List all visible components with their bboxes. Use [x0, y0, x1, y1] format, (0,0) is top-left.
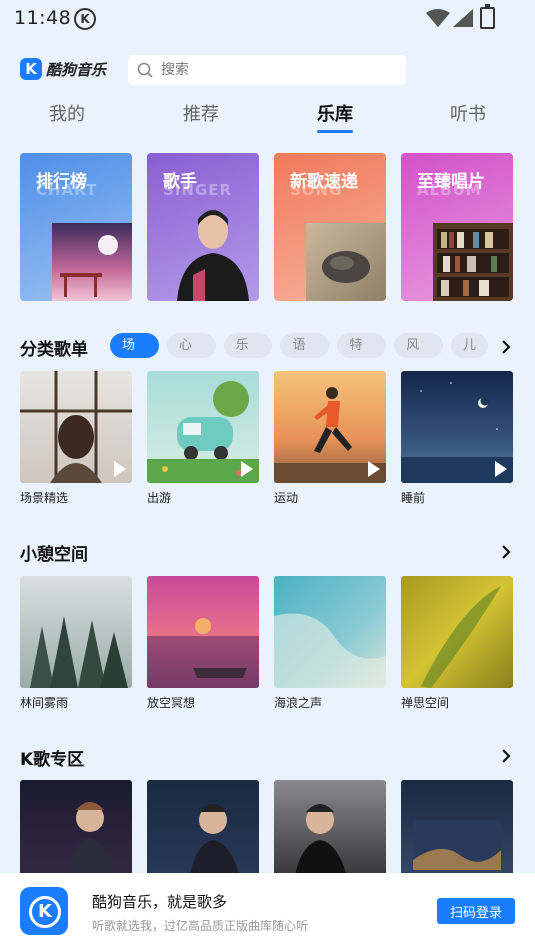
- chip-kids[interactable]: 儿: [450, 333, 488, 358]
- new-songs-cover-art: [306, 223, 386, 301]
- chip-feature[interactable]: 特色: [337, 333, 387, 358]
- scene-cover: [20, 371, 132, 483]
- scan-login-button[interactable]: 扫码登录: [437, 898, 515, 924]
- main-tabs: 我的 推荐 乐库 听书: [0, 100, 535, 140]
- play-icon: [368, 461, 380, 477]
- playlist-label: 林间雾雨: [20, 696, 69, 710]
- banner-title: 排行榜: [36, 172, 87, 192]
- status-time: 11:48: [14, 7, 72, 29]
- meditation-cover: [147, 576, 259, 688]
- rest-section-title: 小憩空间: [20, 545, 88, 565]
- active-tab-indicator: [317, 130, 353, 133]
- forest-rain-cover: [20, 576, 132, 688]
- banner-title: 至臻唱片: [417, 172, 485, 192]
- banner-chart[interactable]: CHART 排行榜: [20, 153, 132, 301]
- playlist-card[interactable]: 放空冥想: [147, 576, 259, 711]
- kugou-status-icon: K: [74, 8, 96, 30]
- playlist-label: 禅思空间: [401, 696, 450, 710]
- chip-scene[interactable]: 场景: [110, 333, 159, 358]
- playlist-card[interactable]: 运动: [274, 371, 386, 506]
- promo-title: 酷狗音乐，就是歌多: [92, 893, 228, 911]
- status-bar: 11:48 K: [0, 0, 535, 36]
- chevron-right-icon[interactable]: [499, 749, 513, 763]
- banner-album[interactable]: ALBUM 至臻唱片: [401, 153, 513, 301]
- playlist-card[interactable]: 场景精选: [20, 371, 132, 506]
- kugou-logo-icon: K: [20, 58, 42, 80]
- banner-new-songs[interactable]: SONG 新歌速递: [274, 153, 386, 301]
- kugou-app-icon: K: [20, 887, 68, 935]
- app-logo: K 酷狗音乐: [20, 58, 106, 80]
- zen-cover: [401, 576, 513, 688]
- playlist-card[interactable]: 林间雾雨: [20, 576, 132, 711]
- chip-instrument[interactable]: 乐器: [223, 333, 273, 358]
- outing-cover: [147, 371, 259, 483]
- tab-recommend[interactable]: 推荐: [161, 100, 241, 126]
- playlist-card[interactable]: 海浪之声: [274, 576, 386, 711]
- login-promo-bar: K 酷狗音乐，就是歌多 听歌就选我，过亿高品质正版曲库随心听 扫码登录: [0, 873, 535, 951]
- category-section-title: 分类歌单: [20, 340, 88, 360]
- singer-photo: [177, 210, 249, 301]
- banner-singer[interactable]: SINGER 歌手: [147, 153, 259, 301]
- promo-subtitle: 听歌就选我，过亿高品质正版曲库随心听: [92, 919, 309, 933]
- playlist-label: 运动: [274, 491, 299, 505]
- playlist-card[interactable]: 禅思空间: [401, 576, 513, 711]
- banner-title: 歌手: [163, 172, 197, 192]
- play-icon: [495, 461, 507, 477]
- banner-title: 新歌速递: [290, 172, 358, 192]
- search-icon: [137, 62, 153, 78]
- chip-language[interactable]: 语言: [280, 333, 330, 358]
- play-icon: [114, 461, 126, 477]
- chevron-right-icon[interactable]: [499, 340, 513, 354]
- chip-style[interactable]: 风格: [394, 333, 443, 358]
- chart-cover-art: [52, 223, 132, 301]
- playlist-card[interactable]: 睡前: [401, 371, 513, 506]
- playlist-label: 出游: [147, 491, 172, 505]
- playlist-label: 场景精选: [20, 491, 69, 505]
- chip-mood[interactable]: 心情: [166, 333, 216, 358]
- signal-icon: [453, 9, 473, 27]
- playlist-label: 放空冥想: [147, 696, 196, 710]
- tab-audiobook[interactable]: 听书: [428, 100, 508, 126]
- wifi-icon: [426, 9, 450, 27]
- tab-mine[interactable]: 我的: [27, 100, 107, 126]
- bedtime-cover: [401, 371, 513, 483]
- play-icon: [241, 461, 253, 477]
- battery-icon: [480, 4, 495, 29]
- app-name: 酷狗音乐: [46, 60, 107, 79]
- tab-library[interactable]: 乐库: [295, 100, 375, 126]
- chevron-right-icon[interactable]: [499, 545, 513, 559]
- search-input[interactable]: [159, 61, 383, 79]
- search-box[interactable]: [128, 55, 406, 85]
- top-bar: K 酷狗音乐: [0, 52, 535, 90]
- playlist-label: 海浪之声: [274, 696, 323, 710]
- album-cover-art: [433, 223, 513, 301]
- sport-cover: [274, 371, 386, 483]
- playlist-label: 睡前: [401, 491, 426, 505]
- ocean-waves-cover: [274, 576, 386, 688]
- category-chips: 场景 心情 乐器 语言 特色 风格 儿: [110, 333, 488, 358]
- playlist-card[interactable]: 出游: [147, 371, 259, 506]
- ktv-section-title: K歌专区: [20, 750, 85, 770]
